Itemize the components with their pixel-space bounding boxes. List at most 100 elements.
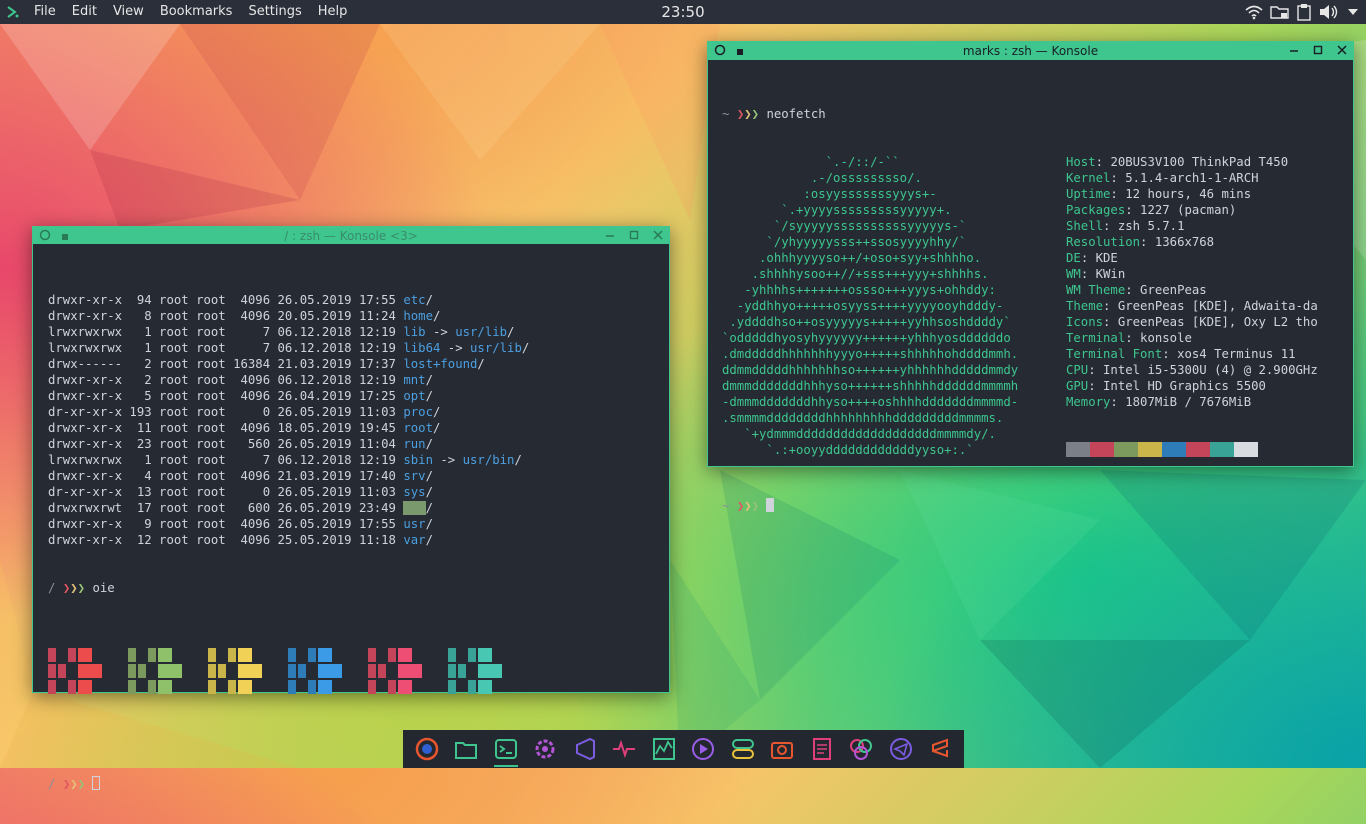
- info-row: WM Theme: GreenPeas: [1066, 282, 1318, 298]
- listing-row: drwxr-xr-x 2 root root 4096 06.12.2018 1…: [48, 372, 659, 388]
- menu-file[interactable]: File: [26, 0, 64, 24]
- ascii-line: -yhhhhs+++++++ossso+++yyys+ohhddy:: [722, 283, 996, 297]
- listing-meta: lrwxrwxrwx 1 root root 7 06.12.2018 12:1…: [48, 453, 404, 467]
- file-manager-icon[interactable]: [451, 734, 481, 764]
- menu-bookmarks[interactable]: Bookmarks: [152, 0, 241, 24]
- listing-row: drwxr-xr-x 5 root root 4096 26.04.2019 1…: [48, 388, 659, 404]
- system-monitor-icon[interactable]: [609, 734, 639, 764]
- firefox-icon[interactable]: [412, 734, 442, 764]
- info-sep: :: [1088, 363, 1104, 377]
- vscode-icon[interactable]: [570, 734, 600, 764]
- media-player-icon[interactable]: [688, 734, 718, 764]
- telegram-icon[interactable]: [886, 734, 916, 764]
- info-value: Intel HD Graphics 5500: [1103, 379, 1266, 393]
- ascii-line: .smmmmddddddddhhhhhhhhhdddddddddmmmms.: [722, 411, 1004, 425]
- chevron-down-icon[interactable]: [1346, 4, 1360, 20]
- trailing-slash: /: [425, 469, 433, 483]
- listing-meta: dr-xr-xr-x 193 root root 0 26.05.2019 11…: [48, 405, 404, 419]
- konsole-icon[interactable]: [491, 734, 521, 767]
- wifi-icon[interactable]: [1244, 4, 1264, 20]
- info-key: DE: [1066, 251, 1081, 265]
- color-block: [208, 664, 216, 678]
- listing-name: var: [403, 533, 426, 547]
- menu-settings[interactable]: Settings: [240, 0, 309, 24]
- ascii-line: `.:+ooyyddddddddddddyyso+:.`: [722, 443, 974, 457]
- ascii-line: .shhhhysoo++//+sss+++yyy+shhhhs.: [722, 267, 989, 281]
- konsole-window-neofetch[interactable]: marks : zsh — Konsole ~ ❯❯❯ neofetch `.-…: [707, 41, 1354, 513]
- sublime-text-icon[interactable]: [925, 734, 955, 764]
- info-row: DE: KDE: [1066, 250, 1318, 266]
- close-button[interactable]: [1337, 44, 1347, 58]
- maximize-button[interactable]: [629, 229, 639, 243]
- ascii-line: dmmmdddddddhhhyso++++++shhhhhddddddmmmmh: [722, 379, 1019, 393]
- color-block: [328, 664, 342, 678]
- listing-name: lost+found: [403, 357, 478, 371]
- color-block: [48, 680, 56, 694]
- ascii-line: `/syyyyyssssssssssyyyyys-`: [722, 219, 967, 233]
- info-row: Terminal: konsole: [1066, 330, 1318, 346]
- info-key: Kernel: [1066, 171, 1111, 185]
- symlink-arrow: ->: [425, 325, 456, 339]
- menu-edit[interactable]: Edit: [64, 0, 105, 24]
- color-block: [248, 664, 262, 678]
- window-title: / : zsh — Konsole <3>: [284, 228, 418, 243]
- color-block: [228, 680, 236, 694]
- folder-lock-icon[interactable]: [1270, 4, 1290, 20]
- color-block: [68, 648, 76, 662]
- trailing-slash: /: [514, 453, 522, 467]
- text-editor-icon[interactable]: [807, 734, 837, 764]
- info-value: KWin: [1095, 267, 1126, 281]
- titlebar[interactable]: / : zsh — Konsole <3>: [33, 227, 669, 244]
- volume-icon[interactable]: [1318, 4, 1340, 20]
- color-block: [398, 648, 412, 662]
- trailing-slash: /: [425, 533, 433, 547]
- minimize-button[interactable]: [605, 229, 615, 243]
- maximize-button[interactable]: [1313, 44, 1323, 58]
- color-block: [288, 680, 296, 694]
- listing-name: usr: [403, 517, 426, 531]
- info-value: 12 hours, 46 mins: [1125, 187, 1252, 201]
- clock[interactable]: 23:50: [661, 3, 704, 21]
- titlebar[interactable]: marks : zsh — Konsole: [708, 42, 1353, 60]
- menu-help[interactable]: Help: [310, 0, 356, 24]
- close-button[interactable]: [653, 229, 663, 243]
- symlink-target: usr/lib: [470, 341, 522, 355]
- palette-swatch: [1162, 442, 1186, 457]
- listing-row: drwxrwxrwt 17 root root 600 26.05.2019 2…: [48, 500, 659, 516]
- system-info-list: Host: 20BUS3V100 ThinkPad T450 Kernel: 5.…: [1066, 154, 1318, 410]
- menu-view[interactable]: View: [105, 0, 152, 24]
- konsole-window-root-listing[interactable]: / : zsh — Konsole <3> drwxr-xr-x 94 root…: [32, 226, 670, 791]
- prompt-arrow: ❯: [744, 499, 752, 513]
- palette-swatch: [1090, 442, 1114, 457]
- terminal-content[interactable]: ~ ❯❯❯ neofetch `.-/::/-`` .-/osssssssso/…: [722, 74, 1343, 513]
- color-block: [388, 648, 396, 662]
- color-block: [368, 664, 376, 678]
- listing-name: home: [403, 309, 433, 323]
- color-block: [78, 680, 92, 694]
- toggle-settings-icon[interactable]: [728, 734, 758, 764]
- info-row: Uptime: 12 hours, 46 mins: [1066, 186, 1318, 202]
- color-block: [458, 664, 466, 678]
- palette-swatch: [1138, 442, 1162, 457]
- screenshot-icon[interactable]: [767, 734, 797, 764]
- color-block: [238, 680, 252, 694]
- color-block: [448, 648, 456, 662]
- clipboard-icon[interactable]: [1296, 3, 1312, 21]
- symlink-target: usr/lib: [455, 325, 508, 339]
- prompt-arrow: ❯: [77, 777, 86, 791]
- app-launcher-icon[interactable]: [0, 0, 26, 24]
- info-row: Shell: zsh 5.7.1: [1066, 218, 1318, 234]
- color-block: [378, 664, 386, 678]
- listing-name: lib64: [403, 341, 441, 355]
- system-settings-icon[interactable]: [530, 734, 560, 764]
- info-value: xos4 Terminus 11: [1177, 347, 1296, 361]
- terminal-content[interactable]: drwxr-xr-x 94 root root 4096 26.05.2019 …: [48, 260, 659, 791]
- color-block: [68, 680, 76, 694]
- color-picker-icon[interactable]: [846, 734, 876, 764]
- directory-listing: drwxr-xr-x 94 root root 4096 26.05.2019 …: [48, 292, 659, 548]
- ksysguard-icon[interactable]: [649, 734, 679, 764]
- color-block: [88, 664, 102, 678]
- prompt-arrow: ❯: [62, 777, 71, 791]
- color-palette: [1066, 442, 1258, 457]
- minimize-button[interactable]: [1289, 44, 1299, 58]
